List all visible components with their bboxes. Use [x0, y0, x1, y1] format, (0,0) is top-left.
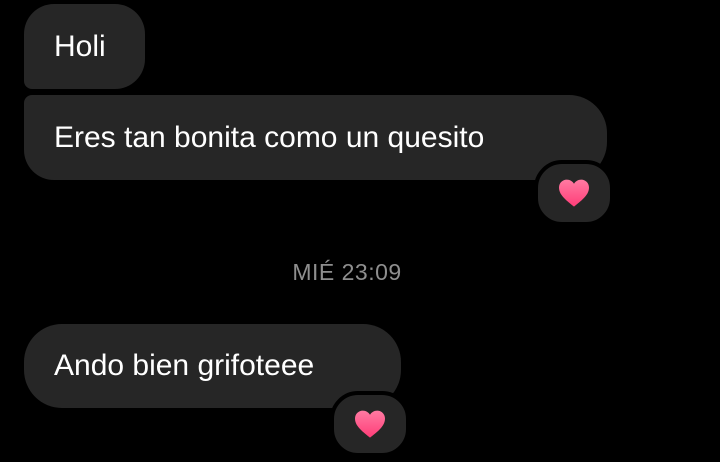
- message-text: Ando bien grifoteee: [54, 349, 315, 382]
- message-bubble[interactable]: Eres tan bonita como un quesito: [24, 95, 607, 180]
- reaction-badge[interactable]: [534, 160, 614, 226]
- heart-icon: [559, 179, 589, 207]
- timestamp: MIÉ 23:09: [292, 259, 402, 285]
- message-bubble[interactable]: Holi: [24, 4, 145, 89]
- reaction-badge[interactable]: [330, 391, 410, 457]
- message-text: Eres tan bonita como un quesito: [54, 120, 485, 154]
- message-text: Holi: [54, 29, 106, 63]
- heart-icon: [355, 410, 385, 438]
